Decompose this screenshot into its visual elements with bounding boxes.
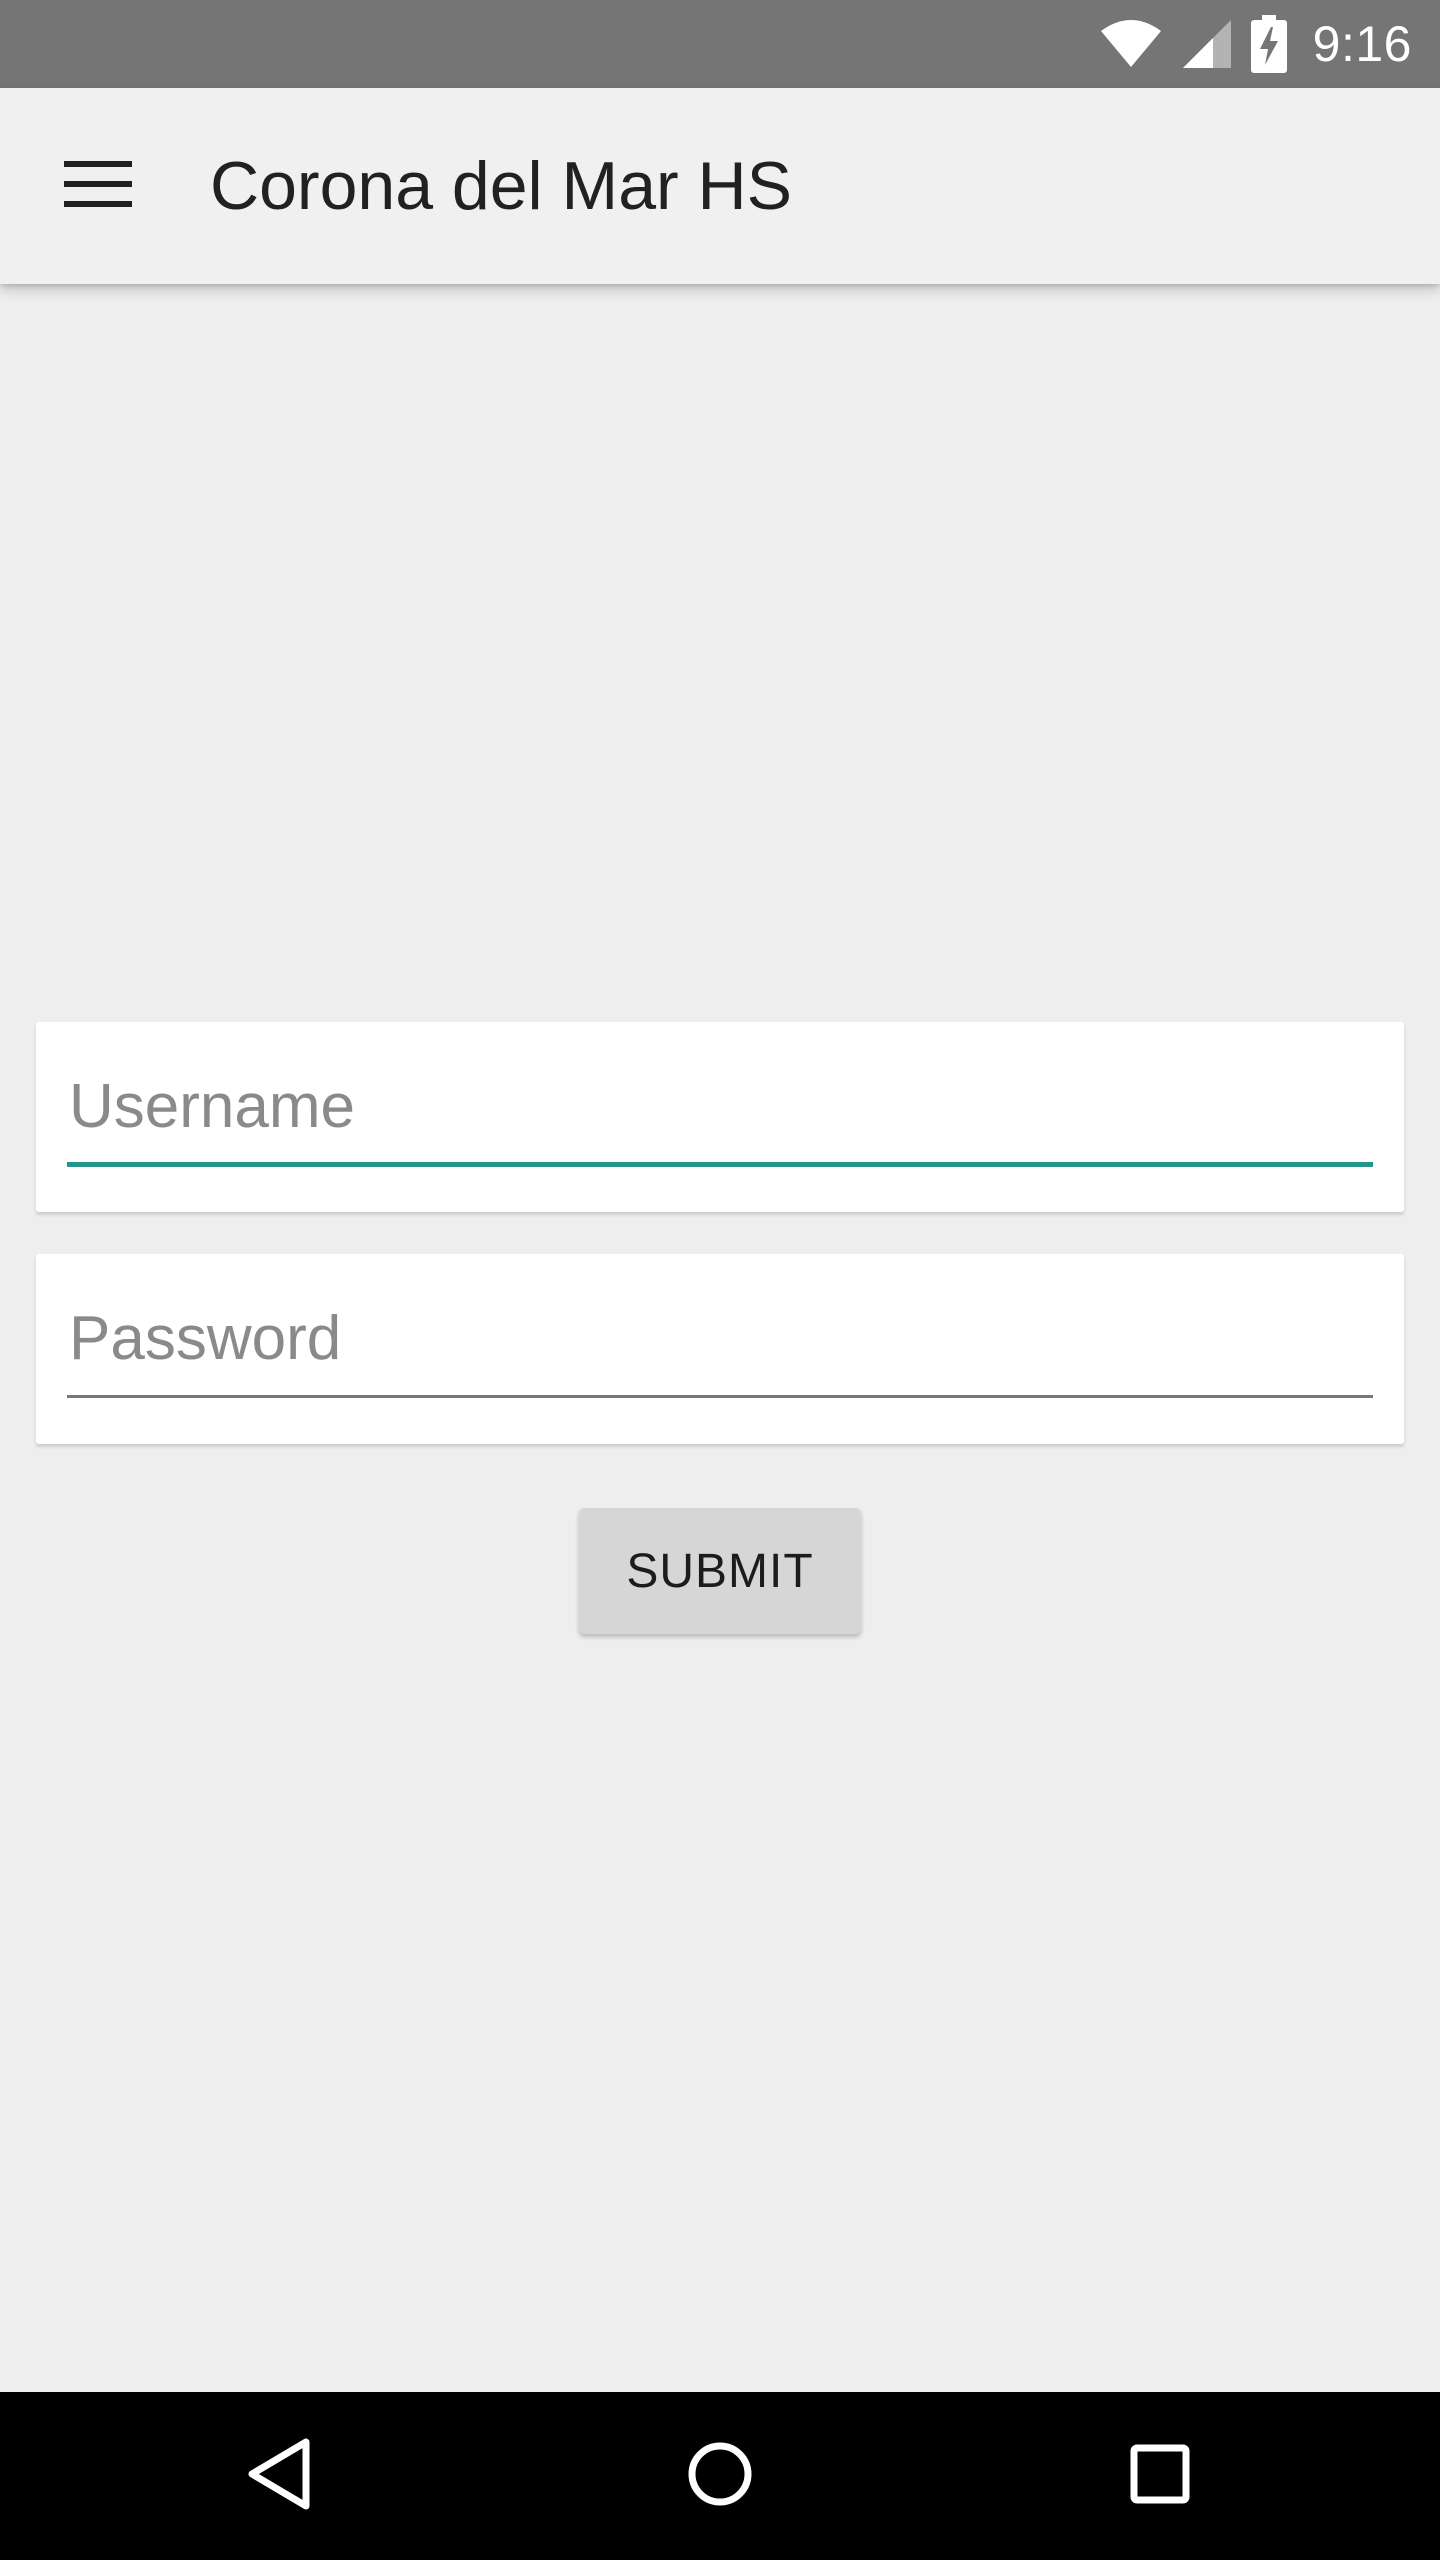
username-input[interactable] (67, 1050, 1373, 1162)
username-card (36, 1022, 1404, 1212)
hamburger-menu-icon (64, 159, 132, 214)
username-underline (67, 1162, 1373, 1167)
back-button[interactable] (220, 2416, 340, 2536)
password-card (36, 1254, 1404, 1444)
home-icon (686, 2440, 754, 2513)
wifi-icon (1099, 19, 1163, 69)
submit-button[interactable]: SUBMIT (579, 1508, 861, 1634)
page-title: Corona del Mar HS (210, 148, 793, 224)
recents-icon (1129, 2443, 1191, 2510)
status-time: 9:16 (1312, 16, 1412, 72)
navigation-bar (0, 2392, 1440, 2560)
password-underline (67, 1395, 1373, 1398)
cell-signal-icon (1181, 18, 1233, 70)
home-button[interactable] (660, 2416, 780, 2536)
password-input[interactable] (67, 1282, 1373, 1394)
status-icons: 9:16 (1099, 0, 1412, 88)
battery-charging-icon (1250, 15, 1287, 73)
status-bar: 9:16 (0, 0, 1440, 88)
recents-button[interactable] (1100, 2416, 1220, 2536)
menu-button[interactable] (52, 148, 144, 224)
app-bar: Corona del Mar HS (0, 88, 1440, 284)
back-icon (244, 2436, 316, 2517)
